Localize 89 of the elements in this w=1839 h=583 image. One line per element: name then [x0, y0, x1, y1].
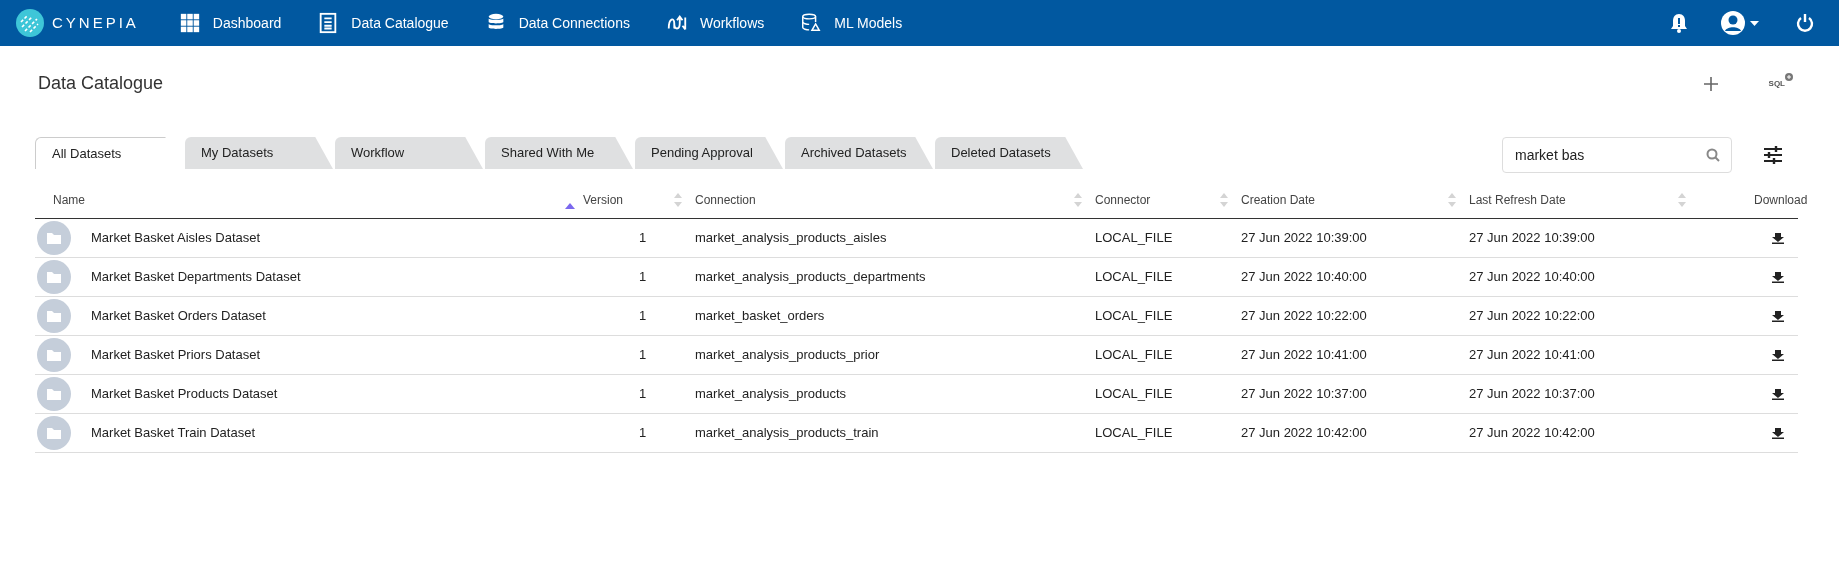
column-header: Download: [1754, 191, 1808, 209]
table-cell-text: 27 Jun 2022 10:37:00: [1241, 385, 1368, 404]
folder-icon: [37, 338, 71, 372]
table-cell-text: Market Basket Aisles Dataset: [90, 229, 262, 248]
column-header: Creation Date: [1241, 191, 1316, 209]
download-icon[interactable]: [1772, 388, 1784, 400]
table-cell-text: 27 Jun 2022 10:41:00: [1469, 346, 1596, 365]
user-avatar-icon: [1720, 10, 1746, 36]
plus-circle-icon: [1785, 72, 1793, 81]
table-cell-text: 27 Jun 2022 10:39:00: [1469, 229, 1596, 248]
bell-icon[interactable]: [1670, 13, 1688, 33]
table-cell-text: LOCAL_FILE: [1095, 229, 1174, 248]
table-cell-text: market_analysis_products_train: [695, 424, 880, 443]
tab[interactable]: My Datasets: [185, 137, 333, 169]
power-icon[interactable]: [1795, 13, 1815, 33]
table-cell-text: 27 Jun 2022 10:41:00: [1241, 346, 1368, 365]
table-cell-text: Market Basket Priors Dataset: [90, 346, 262, 365]
column-header: Connection: [695, 191, 756, 209]
table-cell-text: 27 Jun 2022 10:40:00: [1241, 268, 1368, 287]
table-row[interactable]: Market Basket Orders Dataset 1 market_basket_orders LOCAL_FILE 27 Jun 2022 10:22:00 27 Jun 2022 10:22:00: [35, 297, 1798, 336]
column-header: Connector: [1095, 191, 1151, 209]
column-header: Version: [583, 191, 624, 209]
download-icon[interactable]: [1772, 232, 1784, 244]
table-cell-text: 27 Jun 2022 10:42:00: [1241, 424, 1368, 443]
table-cell-text: 27 Jun 2022 10:22:00: [1241, 307, 1368, 326]
table-row[interactable]: Market Basket Train Dataset 1 market_analysis_products_train LOCAL_FILE 27 Jun 2022 10:42:00 27 Jun 2022 10:42:00: [35, 414, 1798, 453]
nav-link[interactable]: Dashboard: [178, 12, 282, 34]
table-cell-text: market_basket_orders: [695, 307, 826, 326]
table-row[interactable]: Market Basket Aisles Dataset 1 market_analysis_products_aisles LOCAL_FILE 27 Jun 2022 10:39:00 27 Jun 2022 10:39:00: [35, 219, 1798, 258]
table-cell-text: Market Basket Orders Dataset: [90, 307, 267, 326]
nav-link[interactable]: Data Catalogue: [317, 12, 449, 34]
table-cell-text: LOCAL_FILE: [1095, 307, 1174, 326]
folder-icon: [37, 416, 71, 450]
folder-icon: [37, 221, 71, 255]
table-cell-text: LOCAL_FILE: [1095, 268, 1174, 287]
brand-name: CYNEPIA: [52, 12, 139, 33]
download-icon[interactable]: [1772, 271, 1784, 283]
table-cell-text: market_analysis_products: [695, 385, 848, 404]
table-cell-text: 27 Jun 2022 10:40:00: [1469, 268, 1596, 287]
table-cell-text: LOCAL_FILE: [1095, 346, 1174, 365]
download-icon[interactable]: [1772, 427, 1784, 439]
table-cell-text: Market Basket Train Dataset: [90, 424, 256, 443]
table-row[interactable]: Market Basket Products Dataset 1 market_analysis_products LOCAL_FILE 27 Jun 2022 10:37:00 27 Jun 2022 10:37:00: [35, 375, 1798, 414]
tab[interactable]: Workflow: [335, 137, 483, 169]
table-cell-text: LOCAL_FILE: [1095, 385, 1174, 404]
table-cell-text: 27 Jun 2022 10:22:00: [1469, 307, 1596, 326]
table-row[interactable]: Market Basket Departments Dataset 1 market_analysis_products_departments LOCAL_FILE 27 Jun 2022 10:40:00 27 Jun 2022 10:40:00: [35, 258, 1798, 297]
folder-icon: [37, 377, 71, 411]
table-cell-text: 1: [638, 229, 648, 248]
table-cell-text: market_analysis_products_aisles: [695, 229, 888, 248]
search-icon[interactable]: [1706, 148, 1720, 162]
database-warning-icon: [800, 12, 823, 34]
tab[interactable]: Deleted Datasets: [935, 137, 1083, 169]
column-header: Last Refresh Date: [1469, 191, 1566, 209]
table-cell-text: 1: [638, 424, 648, 443]
download-icon[interactable]: [1772, 310, 1784, 322]
download-icon[interactable]: [1772, 349, 1784, 361]
sql-button[interactable]: SQL: [1768, 77, 1793, 90]
table-cell-text: Market Basket Products Dataset: [90, 385, 279, 404]
table-cell-text: 1: [638, 307, 648, 326]
table-cell-text: 27 Jun 2022 10:39:00: [1241, 229, 1368, 248]
tab[interactable]: Archived Datasets: [785, 137, 933, 169]
tab[interactable]: Pending Approval: [635, 137, 783, 169]
folder-icon: [37, 299, 71, 333]
nav-link[interactable]: Data Connections: [484, 12, 630, 34]
search-field[interactable]: market bas: [1502, 137, 1732, 173]
add-icon[interactable]: [1702, 75, 1719, 92]
table-cell-text: 1: [638, 385, 648, 404]
tab[interactable]: Shared With Me: [485, 137, 633, 169]
table-row[interactable]: Market Basket Priors Dataset 1 market_analysis_products_prior LOCAL_FILE 27 Jun 2022 10:41:00 27 Jun 2022 10:41:00: [35, 336, 1798, 375]
filter-sliders-icon[interactable]: [1762, 145, 1784, 165]
caret-icon: [1750, 20, 1759, 26]
table-cell-text: market_analysis_products_prior: [695, 346, 881, 365]
nav-link[interactable]: Workflows: [665, 12, 765, 34]
table-cell-text: 1: [638, 268, 648, 287]
logo-icon: [16, 9, 44, 37]
column-header: Name: [53, 191, 85, 209]
table-cell-text: 27 Jun 2022 10:37:00: [1469, 385, 1596, 404]
table-cell-text: Market Basket Departments Dataset: [90, 268, 302, 287]
table-cell-text: 27 Jun 2022 10:42:00: [1469, 424, 1596, 443]
page-title: Data Catalogue: [38, 72, 164, 95]
account-menu-button[interactable]: [1720, 10, 1759, 36]
table-cell-text: market_analysis_products_departments: [695, 268, 927, 287]
folder-icon: [37, 260, 71, 294]
nav-link[interactable]: ML Models: [800, 12, 903, 34]
table-cell-text: 1: [638, 346, 648, 365]
table-cell-text: LOCAL_FILE: [1095, 424, 1174, 443]
sort-ascending-icon[interactable]: [565, 202, 575, 209]
grid-icon: [178, 12, 201, 34]
